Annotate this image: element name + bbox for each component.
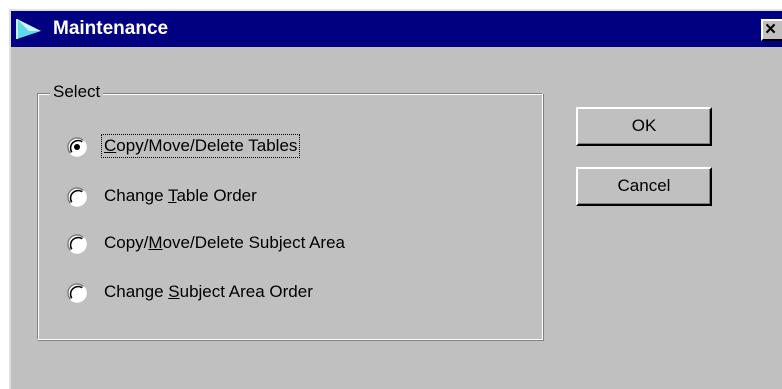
option-label: Copy/Move/Delete Subject Area: [104, 233, 345, 252]
select-group-label: Select: [50, 82, 104, 102]
radio-button-icon[interactable]: [67, 234, 87, 254]
option-label: Change Table Order: [104, 186, 257, 205]
radio-selected-dot: [74, 144, 80, 150]
ok-button[interactable]: OK: [576, 107, 712, 146]
radio-button-icon[interactable]: [67, 187, 87, 207]
radio-button-icon[interactable]: [67, 283, 87, 303]
option-label: Copy/Move/Delete Tables: [100, 134, 301, 158]
option-label: Change Subject Area Order: [104, 282, 313, 301]
close-icon: ×: [765, 19, 777, 40]
close-button[interactable]: ×: [761, 19, 782, 41]
maintenance-dialog: Maintenance × Select Copy/Move/Delete Ta…: [9, 9, 782, 389]
cancel-button[interactable]: Cancel: [576, 167, 712, 206]
title-bar[interactable]: Maintenance ×: [11, 11, 782, 47]
radio-button-icon[interactable]: [67, 137, 87, 157]
window-title: Maintenance: [53, 18, 169, 39]
maintenance-app-icon: [16, 19, 41, 39]
